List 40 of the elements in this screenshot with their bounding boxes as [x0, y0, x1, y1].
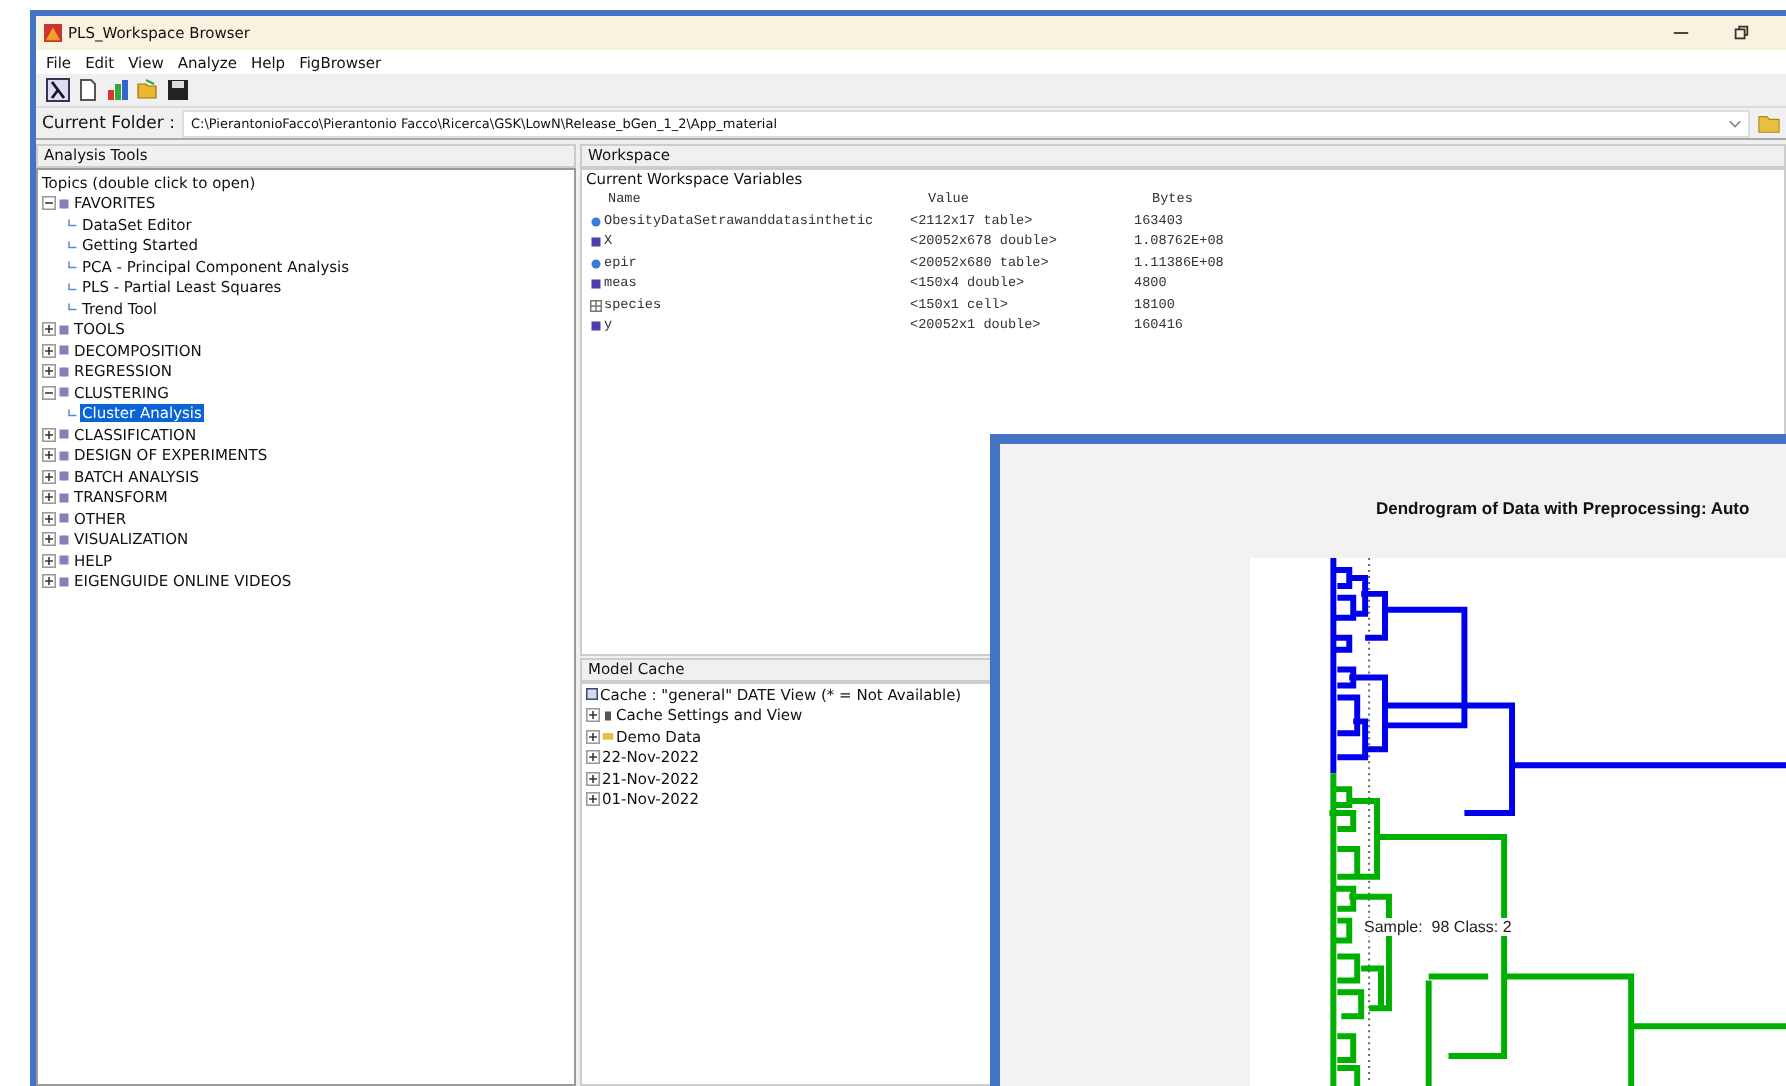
lambda-icon[interactable]	[46, 78, 70, 102]
collapse-icon[interactable]	[42, 196, 56, 211]
new-file-icon[interactable]	[76, 78, 100, 102]
expand-icon[interactable]	[42, 511, 56, 526]
expand-icon[interactable]	[42, 532, 56, 547]
collapse-icon[interactable]	[42, 385, 56, 400]
expand-icon[interactable]	[586, 750, 600, 765]
expand-icon[interactable]	[42, 448, 56, 463]
expand-icon[interactable]	[42, 364, 56, 379]
dropdown-icon[interactable]	[1728, 116, 1742, 130]
table-variable-icon	[590, 257, 602, 270]
expand-icon[interactable]	[586, 771, 600, 786]
expand-icon[interactable]	[42, 322, 56, 337]
current-folder-label: Current Folder :	[42, 113, 175, 133]
folder-icon[interactable]	[1758, 113, 1780, 133]
expand-icon[interactable]	[42, 574, 56, 589]
matrix-variable-icon	[590, 320, 602, 333]
expand-icon[interactable]	[586, 708, 600, 723]
table-variable-icon	[590, 215, 602, 228]
annotation-label: Sample: 98 Class: 2	[1364, 918, 1512, 936]
chart-title: Dendrogram of Data with Preprocessing: Auto	[1376, 498, 1750, 518]
restore-icon[interactable]	[1732, 24, 1750, 42]
expand-icon[interactable]	[586, 792, 600, 807]
expand-icon[interactable]	[586, 729, 600, 744]
expand-icon[interactable]	[42, 553, 56, 568]
expand-icon[interactable]	[42, 469, 56, 484]
cell-variable-icon	[590, 299, 602, 312]
category-icon	[58, 197, 70, 210]
expand-icon[interactable]	[42, 490, 56, 505]
expand-icon[interactable]	[42, 343, 56, 358]
expand-icon[interactable]	[42, 427, 56, 442]
cache-icon	[586, 688, 598, 701]
save-icon[interactable]	[166, 78, 190, 102]
matrix-variable-icon	[590, 278, 602, 291]
app-icon	[44, 24, 62, 42]
matrix-variable-icon	[590, 236, 602, 249]
chart-icon[interactable]	[106, 78, 130, 102]
folder-icon	[602, 730, 614, 743]
settings-icon	[602, 709, 614, 722]
branch-icon	[66, 407, 78, 420]
